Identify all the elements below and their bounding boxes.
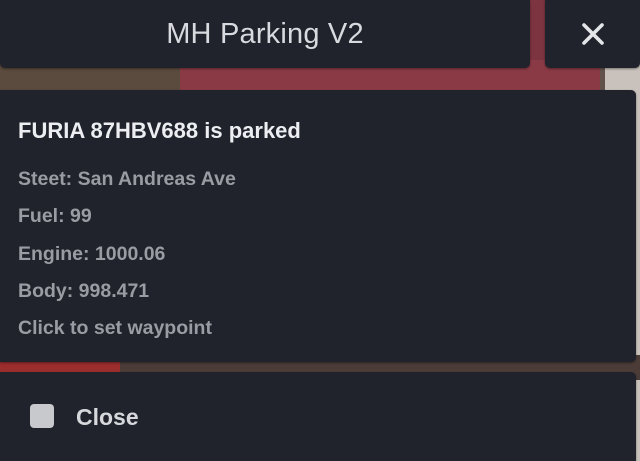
engine-info: Engine: 1000.06 <box>18 243 166 265</box>
vehicle-heading: FURIA 87HBV688 is parked <box>18 118 301 143</box>
body-info: Body: 998.471 <box>18 280 150 302</box>
checkbox-icon[interactable] <box>30 404 54 428</box>
fuel-info: Fuel: 99 <box>18 205 92 227</box>
close-window-button[interactable] <box>545 0 640 68</box>
close-button-label: Close <box>76 404 139 430</box>
street-info: Steet: San Andreas Ave <box>18 168 236 190</box>
background-vehicle <box>0 362 120 372</box>
set-waypoint-link[interactable]: Click to set waypoint <box>18 315 212 341</box>
window-title: MH Parking V2 <box>166 17 364 50</box>
title-bar: MH Parking V2 <box>0 0 530 68</box>
close-icon <box>581 23 604 45</box>
